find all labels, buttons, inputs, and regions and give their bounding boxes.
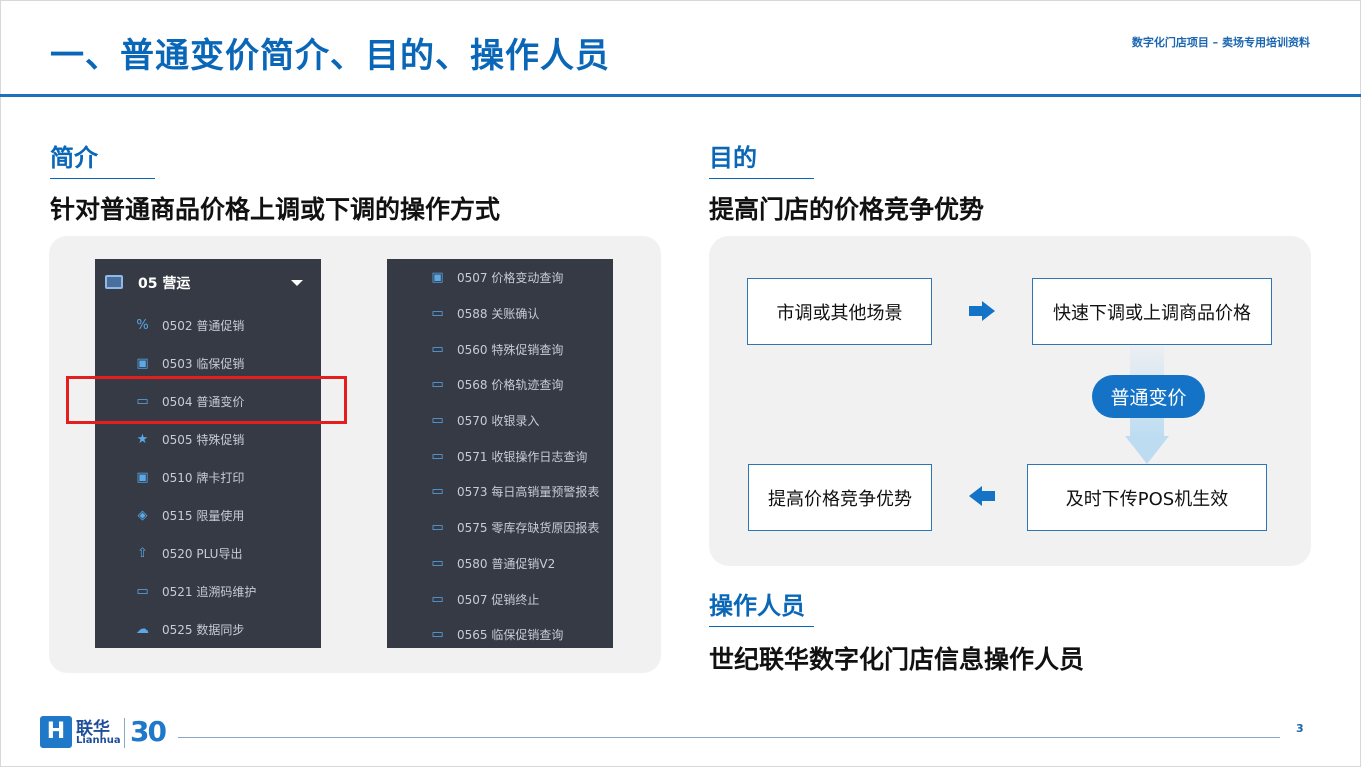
card-icon: ▣ <box>136 470 149 485</box>
star-icon: ★ <box>136 432 149 447</box>
flow-step-market-survey: 市调或其他场景 <box>747 278 932 345</box>
menu-item-label: 0575 零库存缺货原因报表 <box>457 521 600 535</box>
purpose-label: 目的 <box>709 144 757 172</box>
logo-separator <box>124 718 125 748</box>
menu-item-label: 0515 限量使用 <box>162 509 245 523</box>
menu-item-label: 0525 数据同步 <box>162 623 245 637</box>
menu-item-0573[interactable]: ▭ 0573 每日高销量预警报表 <box>387 477 613 507</box>
intro-label: 简介 <box>50 144 98 172</box>
menu-item-0521[interactable]: ▭ 0521 追溯码维护 <box>95 577 321 607</box>
operations-submenu: ▣ 0507 价格变动查询 ▭ 0588 关账确认 ▭ 0560 特殊促销查询 … <box>387 259 613 648</box>
intro-heading: 针对普通商品价格上调或下调的操作方式 <box>50 195 501 224</box>
logo-anniversary: 30 <box>130 715 167 748</box>
menu-item-0507[interactable]: ▣ 0507 价格变动查询 <box>387 263 613 293</box>
card-icon: ▣ <box>431 270 444 285</box>
intro-underline <box>50 178 155 179</box>
monitor-icon <box>105 275 123 289</box>
cart-icon: ▭ <box>431 520 444 535</box>
cart-icon: ▭ <box>136 584 149 599</box>
arrow-left-icon <box>969 486 995 506</box>
menu-item-label: 0505 特殊促销 <box>162 433 245 447</box>
flow-center-pill: 普通变价 <box>1092 375 1205 418</box>
menu-item-label: 0565 临保促销查询 <box>457 628 564 642</box>
cart-icon: ▭ <box>431 306 444 321</box>
cart-icon: ▭ <box>431 449 444 464</box>
page-number: 3 <box>1296 722 1304 735</box>
cart-icon: ▭ <box>431 556 444 571</box>
caret-down-icon[interactable] <box>291 280 303 286</box>
menu-item-0575[interactable]: ▭ 0575 零库存缺货原因报表 <box>387 513 613 543</box>
menu-item-0510[interactable]: ▣ 0510 牌卡打印 <box>95 463 321 493</box>
cart-icon: ▭ <box>431 342 444 357</box>
cart-icon: ▭ <box>431 484 444 499</box>
upload-icon: ⇧ <box>137 546 148 561</box>
header-divider <box>0 94 1361 97</box>
lianhua-logo: H 联华 Lianhua 30 <box>40 714 175 750</box>
menu-item-0502[interactable]: % 0502 普通促销 <box>95 311 321 341</box>
menu-item-label: 0503 临保促销 <box>162 357 245 371</box>
operators-label: 操作人员 <box>709 592 805 620</box>
menu-item-label: 0521 追溯码维护 <box>162 585 257 599</box>
flow-step-adjust-price: 快速下调或上调商品价格 <box>1032 278 1272 345</box>
menu-item-0570[interactable]: ▭ 0570 收银录入 <box>387 406 613 436</box>
menu-item-0503[interactable]: ▣ 0503 临保促销 <box>95 349 321 379</box>
cart-icon: ▭ <box>431 413 444 428</box>
highlight-frame <box>66 376 347 424</box>
menu-item-0568[interactable]: ▭ 0568 价格轨迹查询 <box>387 370 613 400</box>
menu-header-operations[interactable]: 05 营运 <box>95 259 321 309</box>
menu-item-0588[interactable]: ▭ 0588 关账确认 <box>387 299 613 329</box>
flow-step-pos-sync: 及时下传POS机生效 <box>1027 464 1267 531</box>
menu-item-label: 0588 关账确认 <box>457 307 540 321</box>
cart-icon: ▭ <box>431 377 444 392</box>
menu-item-label: 0571 收银操作日志查询 <box>457 450 588 464</box>
footer-divider <box>178 737 1280 738</box>
shield-icon: ◈ <box>137 508 148 523</box>
menu-item-label: 0507 价格变动查询 <box>457 271 564 285</box>
operations-menu: 05 营运 % 0502 普通促销 ▣ 0503 临保促销 ▭ 0504 普通变… <box>95 259 321 648</box>
header-note: 数字化门店项目 – 卖场专用培训资料 <box>1131 36 1310 49</box>
cart-icon: ▭ <box>431 627 444 642</box>
menu-header-label: 05 营运 <box>138 276 191 292</box>
menu-item-label: 0507 促销终止 <box>457 593 540 607</box>
menu-item-0505[interactable]: ★ 0505 特殊促销 <box>95 425 321 455</box>
operators-heading: 世纪联华数字化门店信息操作人员 <box>709 645 1085 674</box>
menu-item-label: 0570 收银录入 <box>457 414 540 428</box>
purpose-underline <box>709 178 814 179</box>
cloud-upload-icon: ☁ <box>136 622 149 637</box>
menu-item-0565[interactable]: ▭ 0565 临保促销查询 <box>387 620 613 650</box>
menu-item-0515[interactable]: ◈ 0515 限量使用 <box>95 501 321 531</box>
menu-item-0571[interactable]: ▭ 0571 收银操作日志查询 <box>387 442 613 472</box>
menu-item-0525[interactable]: ☁ 0525 数据同步 <box>95 615 321 645</box>
arrow-right-icon <box>969 301 995 321</box>
percent-icon: % <box>136 318 149 333</box>
menu-item-0507-end[interactable]: ▭ 0507 促销终止 <box>387 585 613 615</box>
menu-item-label: 0580 普通促销V2 <box>457 557 556 571</box>
arrow-down-icon <box>1125 436 1169 464</box>
operators-underline <box>709 626 814 627</box>
menu-item-0520[interactable]: ⇧ 0520 PLU导出 <box>95 539 321 569</box>
cart-icon: ▭ <box>431 592 444 607</box>
menu-item-label: 0510 牌卡打印 <box>162 471 245 485</box>
page-title: 一、普通变价简介、目的、操作人员 <box>50 36 610 76</box>
menu-item-label: 0502 普通促销 <box>162 319 245 333</box>
menu-item-label: 0573 每日高销量预警报表 <box>457 485 600 499</box>
menu-item-label: 0520 PLU导出 <box>162 547 243 561</box>
purpose-heading: 提高门店的价格竞争优势 <box>709 195 985 224</box>
menu-item-label: 0560 特殊促销查询 <box>457 343 564 357</box>
menu-item-0560[interactable]: ▭ 0560 特殊促销查询 <box>387 335 613 365</box>
flow-step-competitiveness: 提高价格竞争优势 <box>748 464 932 531</box>
card-icon: ▣ <box>136 356 149 371</box>
menu-item-0580[interactable]: ▭ 0580 普通促销V2 <box>387 549 613 579</box>
menu-item-label: 0568 价格轨迹查询 <box>457 378 564 392</box>
lianhua-logo-mark: H <box>40 716 72 748</box>
logo-en: Lianhua <box>76 735 121 746</box>
